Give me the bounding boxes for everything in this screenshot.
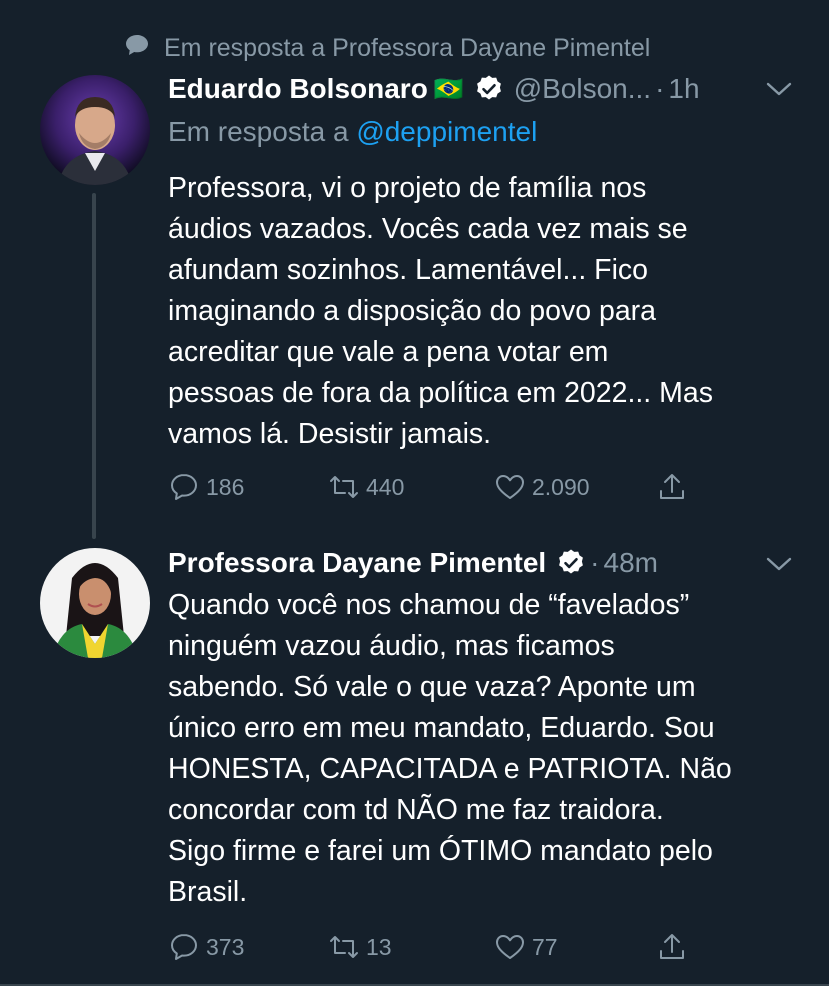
- replying-to-prefix: Em resposta a: [168, 116, 357, 147]
- retweet-count: 440: [366, 473, 405, 500]
- reply-count: 186: [206, 473, 245, 500]
- share-button[interactable]: [656, 929, 688, 965]
- share-icon: [660, 474, 684, 499]
- avatar-dayane[interactable]: [40, 548, 150, 658]
- separator-dot: ·: [655, 73, 665, 104]
- like-count: 2.090: [532, 473, 590, 500]
- share-button[interactable]: [656, 469, 688, 505]
- author-handle[interactable]: @Bolson...: [514, 73, 651, 105]
- tweet2-header: Professora Dayane Pimentel · 48m: [168, 544, 658, 582]
- avatar-eduardo[interactable]: [40, 75, 150, 185]
- retweet-icon: [330, 936, 358, 958]
- separator-dot: ·: [590, 547, 600, 578]
- tweet2-text: Quando você nos chamou de “favelados” ni…: [168, 589, 732, 908]
- chevron-down-icon[interactable]: [766, 81, 792, 97]
- tweet2-actions: 373 13 77: [168, 929, 728, 965]
- reply-context: Em resposta a Professora Dayane Pimentel: [124, 30, 650, 66]
- reply-button[interactable]: 373: [168, 929, 244, 965]
- reply-icon: [171, 474, 197, 500]
- reply-icon: [171, 934, 197, 960]
- author-name[interactable]: Professora Dayane Pimentel: [168, 547, 546, 579]
- chevron-down-icon[interactable]: [766, 556, 792, 572]
- speech-bubble-icon: [124, 33, 150, 64]
- heart-icon: [496, 475, 524, 499]
- heart-icon: [496, 935, 524, 959]
- verified-badge-icon: [474, 74, 504, 104]
- thread-connector-line: [92, 193, 96, 539]
- tweet1-text: Professora, vi o projeto de família nos …: [168, 172, 713, 450]
- retweet-icon: [330, 476, 358, 498]
- like-button[interactable]: 77: [494, 929, 558, 965]
- reply-button[interactable]: 186: [168, 469, 244, 505]
- tweet-timestamp[interactable]: 48m: [604, 547, 658, 579]
- retweet-button[interactable]: 13: [328, 929, 392, 965]
- verified-badge-icon: [556, 548, 586, 578]
- tweet-timestamp[interactable]: 1h: [668, 73, 699, 105]
- author-name[interactable]: Eduardo Bolsonaro: [168, 73, 428, 105]
- tweet1-header: Eduardo Bolsonaro 🇧🇷 @Bolson... · 1h: [168, 70, 700, 108]
- retweet-count: 13: [366, 933, 392, 960]
- brazil-flag-icon: 🇧🇷: [433, 75, 464, 103]
- like-button[interactable]: 2.090: [494, 469, 590, 505]
- tweet1-actions: 186 440 2.090: [168, 469, 728, 505]
- retweet-button[interactable]: 440: [328, 469, 404, 505]
- share-icon: [660, 934, 684, 959]
- replying-to: Em resposta a @deppimentel: [168, 116, 537, 148]
- reply-count: 373: [206, 933, 245, 960]
- mention-link[interactable]: @deppimentel: [356, 116, 537, 147]
- reply-context-text: Em resposta a Professora Dayane Pimentel: [164, 33, 651, 62]
- like-count: 77: [532, 933, 558, 960]
